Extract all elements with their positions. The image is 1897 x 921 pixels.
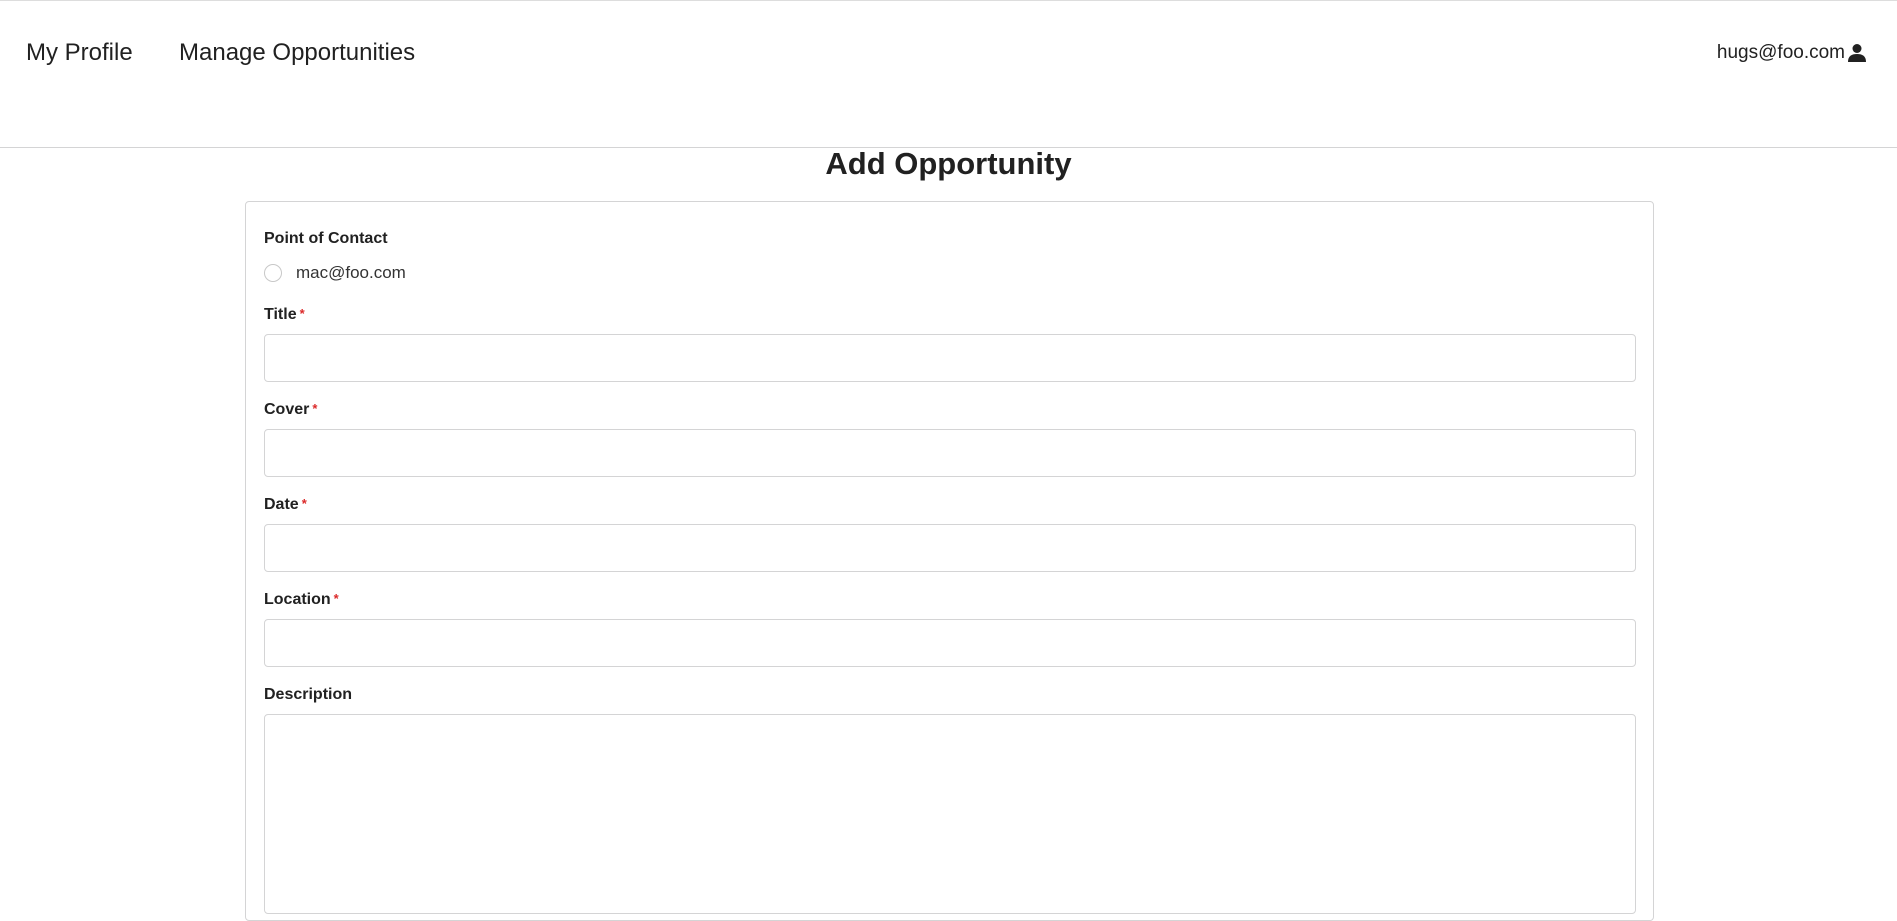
user-email: hugs@foo.com xyxy=(1716,42,1845,63)
description-label: Description xyxy=(264,686,353,703)
contact-option-label: mac@foo.com xyxy=(296,263,406,282)
page-title: Add Opportunity xyxy=(825,146,1072,181)
required-mark: * xyxy=(301,496,307,511)
date-input[interactable] xyxy=(264,524,1636,572)
required-mark: * xyxy=(299,306,305,321)
add-opportunity-form: Point of Contact mac@foo.com Title * Cove… xyxy=(245,201,1654,921)
location-input[interactable] xyxy=(264,619,1636,667)
title-input[interactable] xyxy=(264,334,1636,382)
nav-manage-opportunities[interactable]: Manage Opportunities xyxy=(179,39,415,67)
date-label: Date * xyxy=(264,496,307,513)
required-mark: * xyxy=(312,401,318,416)
cover-input[interactable] xyxy=(264,429,1636,477)
cover-label: Cover * xyxy=(264,401,318,418)
point-of-contact-label: Point of Contact xyxy=(264,230,388,247)
top-nav: My Profile Manage Opportunities hugs@foo… xyxy=(0,0,1897,148)
user-icon xyxy=(1848,44,1866,62)
nav-my-profile[interactable]: My Profile xyxy=(26,39,133,67)
radio-button[interactable] xyxy=(264,264,282,282)
contact-option-mac[interactable]: mac@foo.com xyxy=(264,263,406,283)
user-menu[interactable]: hugs@foo.com xyxy=(1717,42,1867,64)
description-textarea[interactable] xyxy=(264,714,1636,914)
required-mark: * xyxy=(333,591,339,606)
title-label: Title * xyxy=(264,306,305,323)
location-label: Location * xyxy=(264,591,339,608)
